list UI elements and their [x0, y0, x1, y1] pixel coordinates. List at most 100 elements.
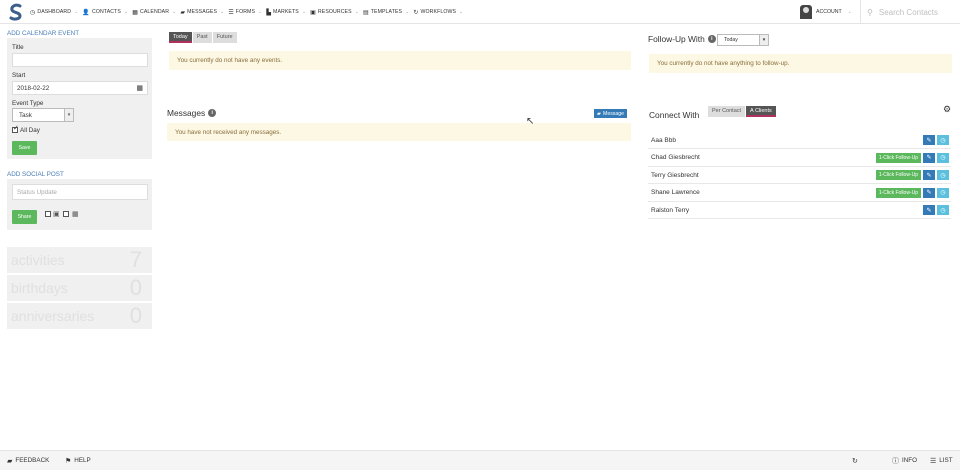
tab-past[interactable]: Past: [192, 32, 212, 43]
info-label: INFO: [902, 457, 918, 464]
nav-item-contacts[interactable]: 👤 CONTACTS ⌄: [82, 9, 132, 16]
status-update-input[interactable]: Status Update: [12, 184, 148, 200]
add-calendar-event-title[interactable]: ADD CALENDAR EVENT: [7, 30, 79, 37]
nav-item-messages[interactable]: ▰ MESSAGES ⌄: [180, 9, 228, 16]
comment-icon: ▰: [7, 457, 13, 465]
contact-name[interactable]: Ralston Terry: [648, 207, 923, 214]
title-input[interactable]: [12, 53, 148, 67]
contact-row: Aaa Bbb ✎ ◷: [648, 132, 951, 149]
clock-icon[interactable]: ◷: [937, 152, 949, 163]
footer-bar: ▰ FEEDBACK ⚑ HELP ↻ ⓘ INFO ☰ LIST: [0, 450, 960, 470]
messages-heading: Messages i: [167, 108, 217, 118]
nav-item-forms[interactable]: ☰ FORMS ⌄: [228, 9, 266, 16]
all-day-checkbox[interactable]: ✓: [12, 125, 19, 133]
info-icon[interactable]: i: [208, 109, 217, 117]
refresh-button[interactable]: ↻: [852, 457, 861, 465]
event-type-value: Task: [19, 111, 32, 119]
message-button[interactable]: ▰ Message: [594, 109, 628, 118]
mouse-cursor-icon: ↖: [526, 116, 535, 127]
stat-value: 0: [129, 303, 142, 328]
connect-title: Connect With: [649, 110, 700, 120]
stat-value: 0: [129, 275, 142, 300]
nav-item-label: FORMS: [235, 9, 256, 15]
one-click-followup-button[interactable]: 1-Click Follow-Up: [875, 187, 921, 198]
nav-item-markets[interactable]: ▙ MARKETS ⌄: [266, 9, 310, 16]
facebook-icon: ▣: [53, 211, 60, 218]
start-label: Start: [12, 72, 26, 79]
calendar-icon[interactable]: ▦: [136, 84, 143, 92]
stat-activities[interactable]: activities 7: [7, 247, 152, 273]
clock-icon[interactable]: ◷: [937, 135, 949, 145]
search-input[interactable]: [878, 7, 959, 17]
edit-icon[interactable]: ✎: [923, 135, 935, 145]
start-date-value: 2018-02-22: [17, 84, 50, 92]
nav-item-label: MARKETS: [273, 9, 299, 15]
nav-item-templates[interactable]: ▤ TEMPLATES ⌄: [363, 9, 413, 16]
nav-item-calendar[interactable]: ▦ CALENDAR ⌄: [132, 9, 180, 16]
chart-icon: ▙: [266, 9, 272, 16]
messages-title: Messages: [167, 108, 206, 118]
one-click-followup-button[interactable]: 1-Click Follow-Up: [875, 170, 921, 181]
edit-icon[interactable]: ✎: [923, 170, 935, 181]
search-icon: ⚲: [867, 7, 873, 17]
edit-icon[interactable]: ✎: [923, 187, 935, 198]
tab-a-clients[interactable]: A Clients: [746, 106, 776, 117]
checkmark-icon: ✓: [13, 125, 19, 132]
comment-icon: ▰: [597, 110, 601, 117]
nav-item-label: TEMPLATES: [370, 9, 403, 15]
chevron-down-icon: ⌄: [847, 9, 852, 15]
contact-name[interactable]: Terry Giesbrecht: [648, 172, 876, 179]
stat-birthdays[interactable]: birthdays 0: [7, 275, 152, 301]
list-link[interactable]: ☰ LIST: [930, 457, 953, 465]
save-button[interactable]: Save: [12, 141, 37, 155]
nav-item-workflows[interactable]: ↻ WORKFLOWS ⌄: [413, 9, 467, 16]
logo-icon[interactable]: [8, 3, 24, 21]
account-menu[interactable]: ACCOUNT ⌄: [800, 3, 852, 21]
edit-icon[interactable]: ✎: [923, 152, 935, 163]
nav-item-dashboard[interactable]: ◷ DASHBOARD ⌄: [30, 9, 82, 16]
stat-anniversaries[interactable]: anniversaries 0: [7, 303, 152, 329]
chevron-down-icon: ⌄: [301, 9, 307, 15]
linkedin-checkbox[interactable]: [63, 211, 69, 217]
followup-range-select[interactable]: Today ▾: [717, 34, 769, 46]
contact-name[interactable]: Shane Lawrence: [648, 189, 876, 196]
share-button[interactable]: Share: [12, 210, 37, 224]
chevron-down-icon: ⌄: [220, 9, 225, 15]
add-social-post-title[interactable]: ADD SOCIAL POST: [7, 171, 64, 178]
tab-per-contact[interactable]: Per Contact: [708, 106, 746, 117]
gear-icon[interactable]: ⚙: [943, 104, 951, 115]
file-icon: ▤: [362, 9, 369, 16]
nav-item-label: WORKFLOWS: [420, 9, 457, 15]
briefcase-icon: ▣: [310, 9, 316, 16]
start-date-input[interactable]: 2018-02-22 ▦: [12, 81, 148, 95]
contact-row: Ralston Terry ✎ ◷: [648, 202, 951, 220]
info-icon: ⓘ: [892, 457, 899, 465]
contact-row: Shane Lawrence 1-Click Follow-Up ✎ ◷: [648, 185, 951, 202]
nav-item-label: CALENDAR: [140, 9, 170, 15]
gauge-icon: ◷: [30, 9, 36, 16]
list-icon: ☰: [930, 457, 937, 465]
event-tabs: Today Past Future: [169, 32, 238, 43]
contact-row: Terry Giesbrecht 1-Click Follow-Up ✎ ◷: [648, 167, 951, 185]
clock-icon[interactable]: ◷: [937, 187, 949, 198]
info-link[interactable]: ⓘ INFO: [892, 456, 917, 466]
event-type-select[interactable]: Task ▾: [12, 108, 74, 122]
info-icon[interactable]: i: [707, 35, 716, 43]
clock-icon[interactable]: ◷: [937, 170, 949, 181]
help-link[interactable]: ⚑ HELP: [65, 457, 91, 465]
one-click-followup-button[interactable]: 1-Click Follow-Up: [875, 152, 921, 163]
tab-future[interactable]: Future: [212, 32, 237, 43]
facebook-checkbox[interactable]: [45, 211, 51, 217]
contact-name[interactable]: Chad Giesbrecht: [648, 154, 876, 161]
clock-icon[interactable]: ◷: [937, 205, 949, 216]
chevron-down-icon: ⌄: [459, 9, 464, 15]
feedback-link[interactable]: ▰ FEEDBACK: [7, 457, 49, 465]
stat-value: 7: [129, 247, 142, 272]
nav-item-resources[interactable]: ▣ RESOURCES ⌄: [310, 9, 363, 16]
nav-item-label: MESSAGES: [187, 9, 218, 15]
stat-name: birthdays: [11, 280, 68, 296]
edit-icon[interactable]: ✎: [923, 205, 935, 216]
contact-name[interactable]: Aaa Bbb: [648, 137, 923, 144]
chevron-down-icon: ⌄: [405, 9, 410, 15]
tab-today[interactable]: Today: [169, 32, 192, 43]
